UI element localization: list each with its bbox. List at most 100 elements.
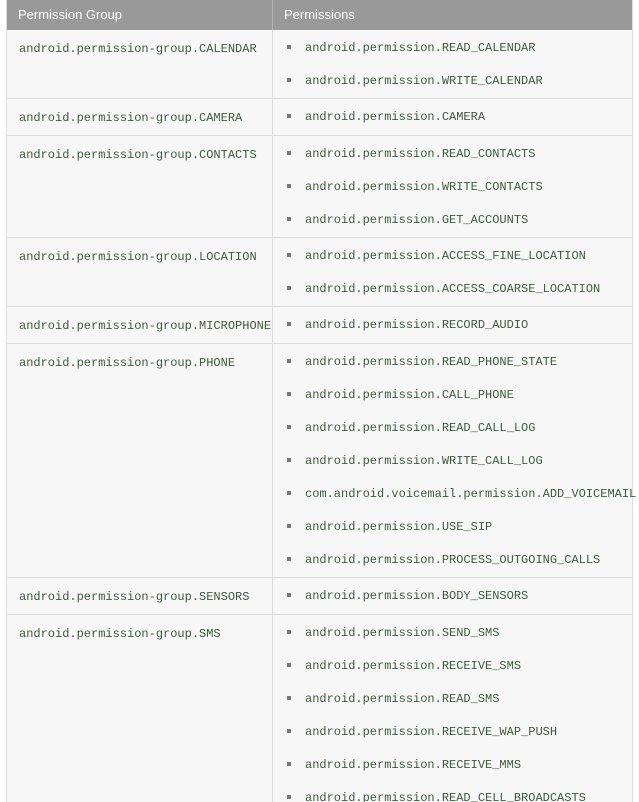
bullet-icon <box>287 359 291 363</box>
permission-name: android.permission.BODY_SENSORS <box>305 589 529 603</box>
list-item: android.permission.READ_CALL_LOG <box>273 419 632 436</box>
table-row: android.permission-group.SMS android.perm… <box>6 614 633 802</box>
bullet-icon <box>287 491 291 495</box>
permission-name: android.permission.RECEIVE_WAP_PUSH <box>305 725 558 739</box>
bullet-icon <box>287 524 291 528</box>
permission-name: android.permission.READ_CONTACTS <box>305 147 536 161</box>
permission-group-cell: android.permission-group.SENSORS <box>6 577 273 615</box>
permission-group-name: android.permission-group.LOCATION <box>19 250 257 264</box>
list-item: android.permission.WRITE_CONTACTS <box>273 178 632 195</box>
permission-name: android.permission.WRITE_CONTACTS <box>305 180 543 194</box>
permission-name: android.permission.RECEIVE_MMS <box>305 758 522 772</box>
bullet-icon <box>287 729 291 733</box>
list-item: android.permission.GET_ACCOUNTS <box>273 211 632 228</box>
permission-group-name: android.permission-group.CAMERA <box>19 111 243 125</box>
permission-name: android.permission.RECORD_AUDIO <box>305 318 529 332</box>
table-header: Permission Group Permissions <box>6 0 633 30</box>
permissions-list: android.permission.READ_CONTACTS android.… <box>273 136 632 237</box>
bullet-icon <box>287 151 291 155</box>
bullet-icon <box>287 630 291 634</box>
permission-name: android.permission.GET_ACCOUNTS <box>305 213 529 227</box>
list-item: android.permission.WRITE_CALL_LOG <box>273 452 632 469</box>
permissions-cell: android.permission.READ_CONTACTS android.… <box>272 135 633 238</box>
bullet-icon <box>287 458 291 462</box>
permissions-cell: android.permission.SEND_SMS android.permi… <box>272 614 633 802</box>
bullet-icon <box>287 663 291 667</box>
bullet-icon <box>287 762 291 766</box>
column-header-permission-group: Permission Group <box>6 0 273 30</box>
permissions-cell: android.permission.BODY_SENSORS <box>272 577 633 615</box>
permission-group-name: android.permission-group.CALENDAR <box>19 42 257 56</box>
permissions-list: android.permission.READ_CALENDAR android.… <box>273 30 632 98</box>
permission-name: android.permission.ACCESS_COARSE_LOCATIO… <box>305 282 601 296</box>
permission-group-name: android.permission-group.SMS <box>19 627 221 641</box>
table-row: android.permission-group.CALENDAR android… <box>6 30 633 99</box>
table-row: android.permission-group.MICROPHONE andro… <box>6 306 633 344</box>
bullet-icon <box>287 392 291 396</box>
table-row: android.permission-group.CONTACTS android… <box>6 135 633 238</box>
list-item: android.permission.READ_CELL_BROADCASTS <box>273 789 632 802</box>
list-item: android.permission.RECEIVE_WAP_PUSH <box>273 723 632 740</box>
list-item: android.permission.READ_CALENDAR <box>273 39 632 56</box>
bullet-icon <box>287 78 291 82</box>
bullet-icon <box>287 557 291 561</box>
table-row: android.permission-group.PHONE android.pe… <box>6 343 636 578</box>
permission-group-cell: android.permission-group.CAMERA <box>6 98 273 136</box>
bullet-icon <box>287 45 291 49</box>
bullet-icon <box>287 425 291 429</box>
permissions-cell: android.permission.ACCESS_FINE_LOCATIONa… <box>272 237 633 307</box>
bullet-icon <box>287 253 291 257</box>
permission-name: android.permission.RECEIVE_SMS <box>305 659 522 673</box>
table-header-row: Permission Group Permissions <box>6 0 633 30</box>
permission-group-cell: android.permission-group.SMS <box>6 614 273 802</box>
permission-name: android.permission.USE_SIP <box>305 520 493 534</box>
permission-group-cell: android.permission-group.LOCATION <box>6 237 273 307</box>
table-row: android.permission-group.SENSORS android.… <box>6 577 633 615</box>
permission-name: android.permission.READ_CALENDAR <box>305 41 536 55</box>
permission-group-name: android.permission-group.PHONE <box>19 356 236 370</box>
bullet-icon <box>287 696 291 700</box>
list-item: android.permission.RECORD_AUDIO <box>273 316 632 333</box>
permissions-list: android.permission.SEND_SMS android.permi… <box>273 615 632 802</box>
bullet-icon <box>287 795 291 799</box>
permission-name: android.permission.CAMERA <box>305 110 486 124</box>
permissions-list: android.permission.BODY_SENSORS <box>273 578 632 613</box>
bullet-icon <box>287 322 291 326</box>
permission-name: android.permission.WRITE_CALENDAR <box>305 74 543 88</box>
permission-groups-table: Permission Group Permissions android.per… <box>6 0 636 802</box>
bullet-icon <box>287 184 291 188</box>
permission-name: android.permission.SEND_SMS <box>305 626 500 640</box>
list-item: android.permission.CAMERA <box>273 108 632 125</box>
bullet-icon <box>287 114 291 118</box>
list-item: android.permission.WRITE_CALENDAR <box>273 72 632 89</box>
permission-table-container: Permission Group Permissions android.per… <box>0 0 639 802</box>
list-item: android.permission.ACCESS_FINE_LOCATION <box>273 247 632 264</box>
list-item: android.permission.READ_CONTACTS <box>273 145 632 162</box>
list-item: android.permission.READ_PHONE_STATE <box>273 353 632 370</box>
list-item: android.permission.SEND_SMS <box>273 624 632 641</box>
list-item: android.permission.USE_SIP <box>273 518 632 535</box>
permission-group-cell: android.permission-group.PHONE <box>6 343 273 578</box>
list-item: android.permission.BODY_SENSORS <box>273 587 632 604</box>
permission-name: android.permission.ACCESS_FINE_LOCATION <box>305 249 586 263</box>
bullet-icon <box>287 286 291 290</box>
table-row: android.permission-group.CAMERA android.p… <box>6 98 633 136</box>
permission-group-cell: android.permission-group.MICROPHONE <box>6 306 273 344</box>
permission-name: android.permission.READ_SMS <box>305 692 500 706</box>
list-item: android.permission.CALL_PHONE <box>273 386 632 403</box>
list-item: com.android.voicemail.permission.ADD_VOI… <box>273 485 636 502</box>
permissions-list: android.permission.ACCESS_FINE_LOCATIONa… <box>273 238 632 306</box>
permissions-list: android.permission.READ_PHONE_STATEandro… <box>273 344 636 577</box>
permissions-list: android.permission.RECORD_AUDIO <box>273 307 632 342</box>
permissions-cell: android.permission.READ_PHONE_STATEandro… <box>272 343 636 578</box>
permission-group-name: android.permission-group.SENSORS <box>19 590 250 604</box>
column-header-permissions: Permissions <box>272 0 633 30</box>
list-item: android.permission.READ_SMS <box>273 690 632 707</box>
permission-group-name: android.permission-group.CONTACTS <box>19 148 257 162</box>
permission-name: android.permission.CALL_PHONE <box>305 388 514 402</box>
permissions-cell: android.permission.READ_CALENDAR android.… <box>272 30 633 99</box>
bullet-icon <box>287 217 291 221</box>
bullet-icon <box>287 593 291 597</box>
table-row: android.permission-group.LOCATION android… <box>6 237 633 307</box>
permission-group-name: android.permission-group.MICROPHONE <box>19 319 272 333</box>
